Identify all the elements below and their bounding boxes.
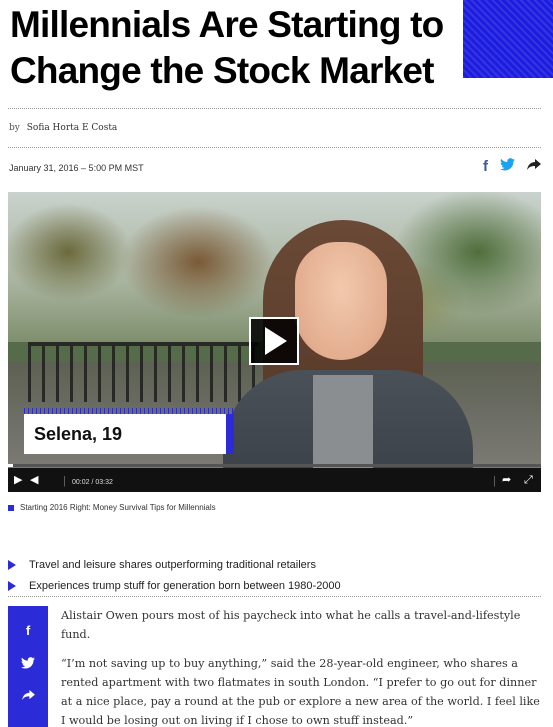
share-icon[interactable]: [527, 158, 541, 176]
facebook-icon[interactable]: f: [483, 158, 488, 176]
headline-line-1: Millennials Are Starting to: [8, 4, 448, 46]
share-icon[interactable]: [8, 689, 48, 704]
video-controls: ▶ ◀ | 00:02 / 03:32 | ➦ ⤢: [8, 468, 541, 492]
byline: by Sofia Horta E Costa: [9, 123, 117, 133]
twitter-icon[interactable]: [8, 657, 48, 672]
divider: [8, 596, 541, 597]
progress-bar[interactable]: [8, 464, 541, 467]
share-bar: f: [483, 158, 541, 176]
video-player[interactable]: Selena, 19 ▶ ◀ | 00:02 / 03:32 | ➦ ⤢: [8, 192, 541, 492]
bullet-text: Experiences trump stuff for generation b…: [29, 579, 341, 592]
bullet-arrow-icon: [8, 559, 16, 570]
header-pattern: [463, 0, 553, 78]
list-item: Experiences trump stuff for generation b…: [8, 575, 548, 596]
speaker-name: Selena, 19: [34, 424, 123, 444]
caption-square-icon: [8, 504, 14, 511]
social-sidebar: f: [8, 606, 48, 727]
article-header: Millennials Are Starting to Change the S…: [0, 0, 553, 98]
time-display: 00:02 / 03:32: [72, 479, 113, 486]
headline-line-2: Change the Stock Market: [8, 50, 438, 92]
byline-prefix: by: [9, 123, 20, 133]
play-button[interactable]: [249, 317, 299, 365]
play-icon[interactable]: ▶: [14, 473, 22, 487]
lower-third: Selena, 19: [24, 408, 234, 454]
caption-text[interactable]: Starting 2016 Right: Money Survival Tips…: [20, 503, 216, 512]
video-caption: Starting 2016 Right: Money Survival Tips…: [8, 503, 216, 512]
author-link[interactable]: Sofia Horta E Costa: [27, 123, 118, 133]
article-body: Alistair Owen pours most of his paycheck…: [61, 606, 547, 727]
twitter-icon[interactable]: [500, 158, 515, 176]
bullet-arrow-icon: [8, 580, 16, 591]
share-icon[interactable]: ➦: [502, 473, 511, 487]
paragraph: Alistair Owen pours most of his paycheck…: [61, 609, 521, 641]
paragraph: “I’m not saving up to buy anything,” sai…: [61, 657, 540, 727]
bullet-text: Travel and leisure shares outperforming …: [29, 558, 316, 571]
divider: [8, 108, 541, 109]
summary-bullets: Travel and leisure shares outperforming …: [8, 554, 548, 596]
volume-icon[interactable]: ◀: [30, 473, 38, 487]
publish-date: January 31, 2016 – 5:00 PM MST: [9, 163, 144, 173]
facebook-icon[interactable]: f: [8, 623, 48, 638]
divider: [8, 147, 541, 148]
play-icon: [265, 327, 287, 355]
fullscreen-icon[interactable]: ⤢: [524, 473, 533, 487]
progress-fill: [8, 464, 14, 467]
list-item: Travel and leisure shares outperforming …: [8, 554, 548, 575]
